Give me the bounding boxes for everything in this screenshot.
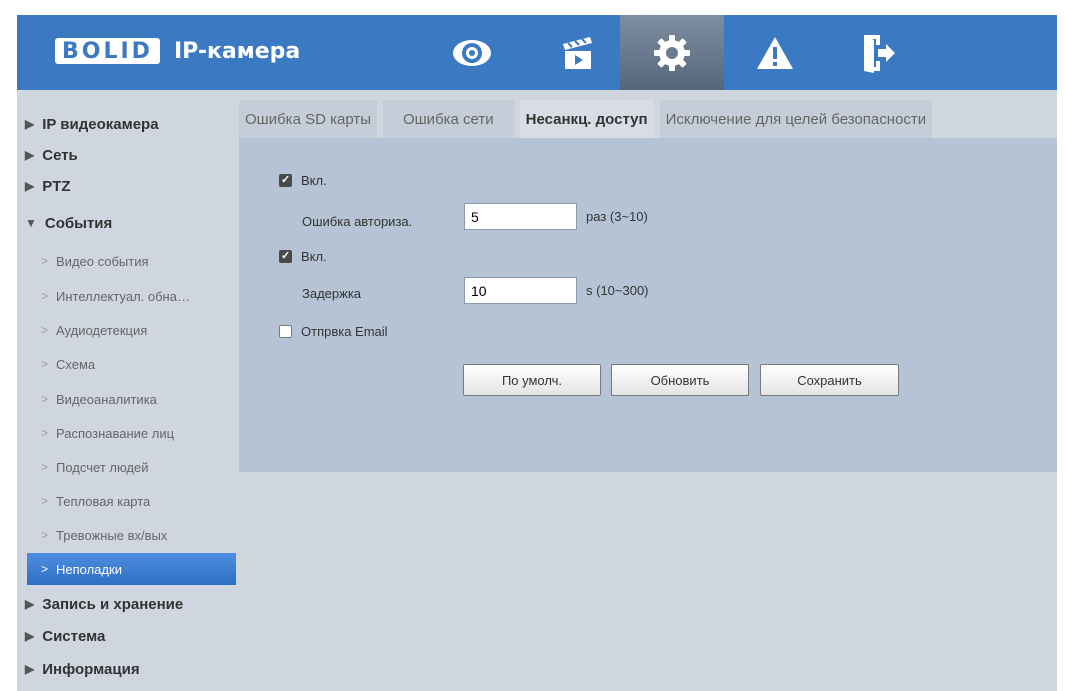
chevron-right-icon: > <box>41 323 49 337</box>
brand-logo: BOLID IP-камера <box>55 38 300 64</box>
email-checkbox[interactable] <box>279 325 292 338</box>
tab-security-exception[interactable]: Исключение для целей безопасности <box>659 100 933 138</box>
chevron-right-icon: > <box>41 528 49 542</box>
login-error-label: Ошибка авториза. <box>302 214 413 229</box>
expand-arrow-icon: ▶ <box>25 179 35 193</box>
playback-nav[interactable] <box>526 15 630 90</box>
chevron-right-icon: > <box>41 254 49 268</box>
sidebar-subitem-label: Распознавание лиц <box>56 425 175 441</box>
chevron-right-icon: > <box>41 494 49 508</box>
clapperboard-icon <box>563 36 592 69</box>
enable-checkbox-1[interactable] <box>279 173 292 187</box>
sidebar-item-label: PTZ <box>42 177 71 195</box>
sidebar-subitem-schema[interactable]: > Схема <box>17 348 239 380</box>
chevron-right-icon: > <box>41 289 49 303</box>
logout-icon <box>864 34 895 73</box>
delay-unit: s (10~300) <box>586 283 649 298</box>
sidebar-subitem-smart-detection[interactable]: > Интеллектуал. обна… <box>17 280 239 312</box>
sidebar-subitem-video-analytics[interactable]: > Видеоаналитика <box>17 383 239 415</box>
sidebar-subitem-alarm-io[interactable]: > Тревожные вх/вых <box>17 519 239 551</box>
sidebar-subitem-label: Подсчет людей <box>56 459 149 475</box>
delay-label: Задержка <box>302 286 362 301</box>
chevron-right-icon: > <box>41 460 49 474</box>
logo-text: BOLID <box>62 38 153 64</box>
sidebar-item-network[interactable]: ▶ Сеть <box>17 139 239 171</box>
expand-arrow-icon: ▶ <box>25 117 35 131</box>
tab-sd-card-error[interactable]: Ошибка SD карты <box>239 100 377 138</box>
alarm-nav[interactable] <box>723 15 827 90</box>
sidebar-item-ip-camera[interactable]: ▶ IP видеокамера <box>17 108 239 140</box>
sidebar-item-label: IP видеокамера <box>42 115 159 133</box>
logout-nav[interactable] <box>827 15 931 90</box>
expand-arrow-icon: ▶ <box>25 597 35 611</box>
live-view-nav[interactable] <box>420 15 524 90</box>
sidebar-subitem-audio-detection[interactable]: > Аудиодетекция <box>17 314 239 346</box>
login-error-input[interactable] <box>464 203 577 230</box>
chevron-right-icon: > <box>41 426 49 440</box>
sidebar-subitem-heat-map[interactable]: > Тепловая карта <box>17 485 239 517</box>
sidebar-item-label: События <box>44 214 113 232</box>
gear-icon <box>654 34 690 71</box>
save-button[interactable]: Сохранить <box>760 364 899 396</box>
sidebar-subitem-label: Тепловая карта <box>56 493 151 509</box>
sidebar-subitem-video-events[interactable]: > Видео события <box>17 245 239 277</box>
tab-network-error[interactable]: Ошибка сети <box>382 100 514 138</box>
sidebar-item-events[interactable]: ▼ События <box>17 207 239 239</box>
logo-box: BOLID <box>55 38 160 64</box>
sidebar-subitem-label: Аудиодетекция <box>56 322 148 338</box>
sidebar-subitem-face-recognition[interactable]: > Распознавание лиц <box>17 417 239 449</box>
warning-icon <box>757 36 793 69</box>
chevron-right-icon: > <box>41 357 49 371</box>
sidebar-subitem-label: Тревожные вх/вых <box>56 527 168 543</box>
sidebar-subitem-label: Неполадки <box>56 561 122 577</box>
settings-panel: Вкл. Ошибка авториза. раз (3~10) Вкл. За… <box>239 138 1057 472</box>
sidebar: ▶ IP видеокамера ▶ Сеть ▶ PTZ ▼ События > Вид… <box>17 90 239 691</box>
tab-unauthorized-access[interactable]: Несанкц. доступ <box>519 100 654 138</box>
setup-nav[interactable] <box>620 15 724 90</box>
sidebar-item-storage[interactable]: ▶ Запись и хранение <box>17 588 239 620</box>
expand-arrow-icon: ▶ <box>25 148 35 162</box>
sidebar-item-label: Система <box>42 627 106 645</box>
top-header: BOLID IP-камера <box>17 15 1057 90</box>
chevron-right-icon: > <box>41 392 49 406</box>
refresh-button[interactable]: Обновить <box>611 364 749 396</box>
sidebar-item-information[interactable]: ▶ Информация <box>17 653 239 685</box>
collapse-arrow-icon: ▼ <box>25 216 37 230</box>
app-title: IP-камера <box>173 38 301 64</box>
default-button[interactable]: По умолч. <box>463 364 601 396</box>
sidebar-item-ptz[interactable]: ▶ PTZ <box>17 170 239 202</box>
sidebar-item-system[interactable]: ▶ Система <box>17 620 239 652</box>
sidebar-item-label: Информация <box>42 660 140 678</box>
tab-bar: Ошибка SD карты Ошибка сети Несанкц. дос… <box>239 100 933 138</box>
sidebar-subitem-label: Схема <box>56 356 96 372</box>
enable-label-1: Вкл. <box>301 173 327 188</box>
sidebar-subitem-people-counting[interactable]: > Подсчет людей <box>17 451 239 483</box>
enable-label-2: Вкл. <box>301 249 327 264</box>
enable-checkbox-2[interactable] <box>279 249 292 263</box>
sidebar-subitem-abnormality[interactable]: > Неполадки <box>27 553 236 585</box>
expand-arrow-icon: ▶ <box>25 662 35 676</box>
expand-arrow-icon: ▶ <box>25 629 35 643</box>
sidebar-item-label: Сеть <box>42 146 78 164</box>
eye-icon <box>453 39 491 66</box>
sidebar-item-label: Запись и хранение <box>42 595 184 613</box>
chevron-right-icon: > <box>41 562 49 576</box>
sidebar-subitem-label: Видеоаналитика <box>56 391 157 407</box>
sidebar-subitem-label: Интеллектуал. обна… <box>56 288 190 304</box>
email-label: Отпрвка Email <box>301 324 388 339</box>
delay-input[interactable] <box>464 277 577 304</box>
sidebar-subitem-label: Видео события <box>56 253 149 269</box>
login-error-unit: раз (3~10) <box>586 209 648 224</box>
